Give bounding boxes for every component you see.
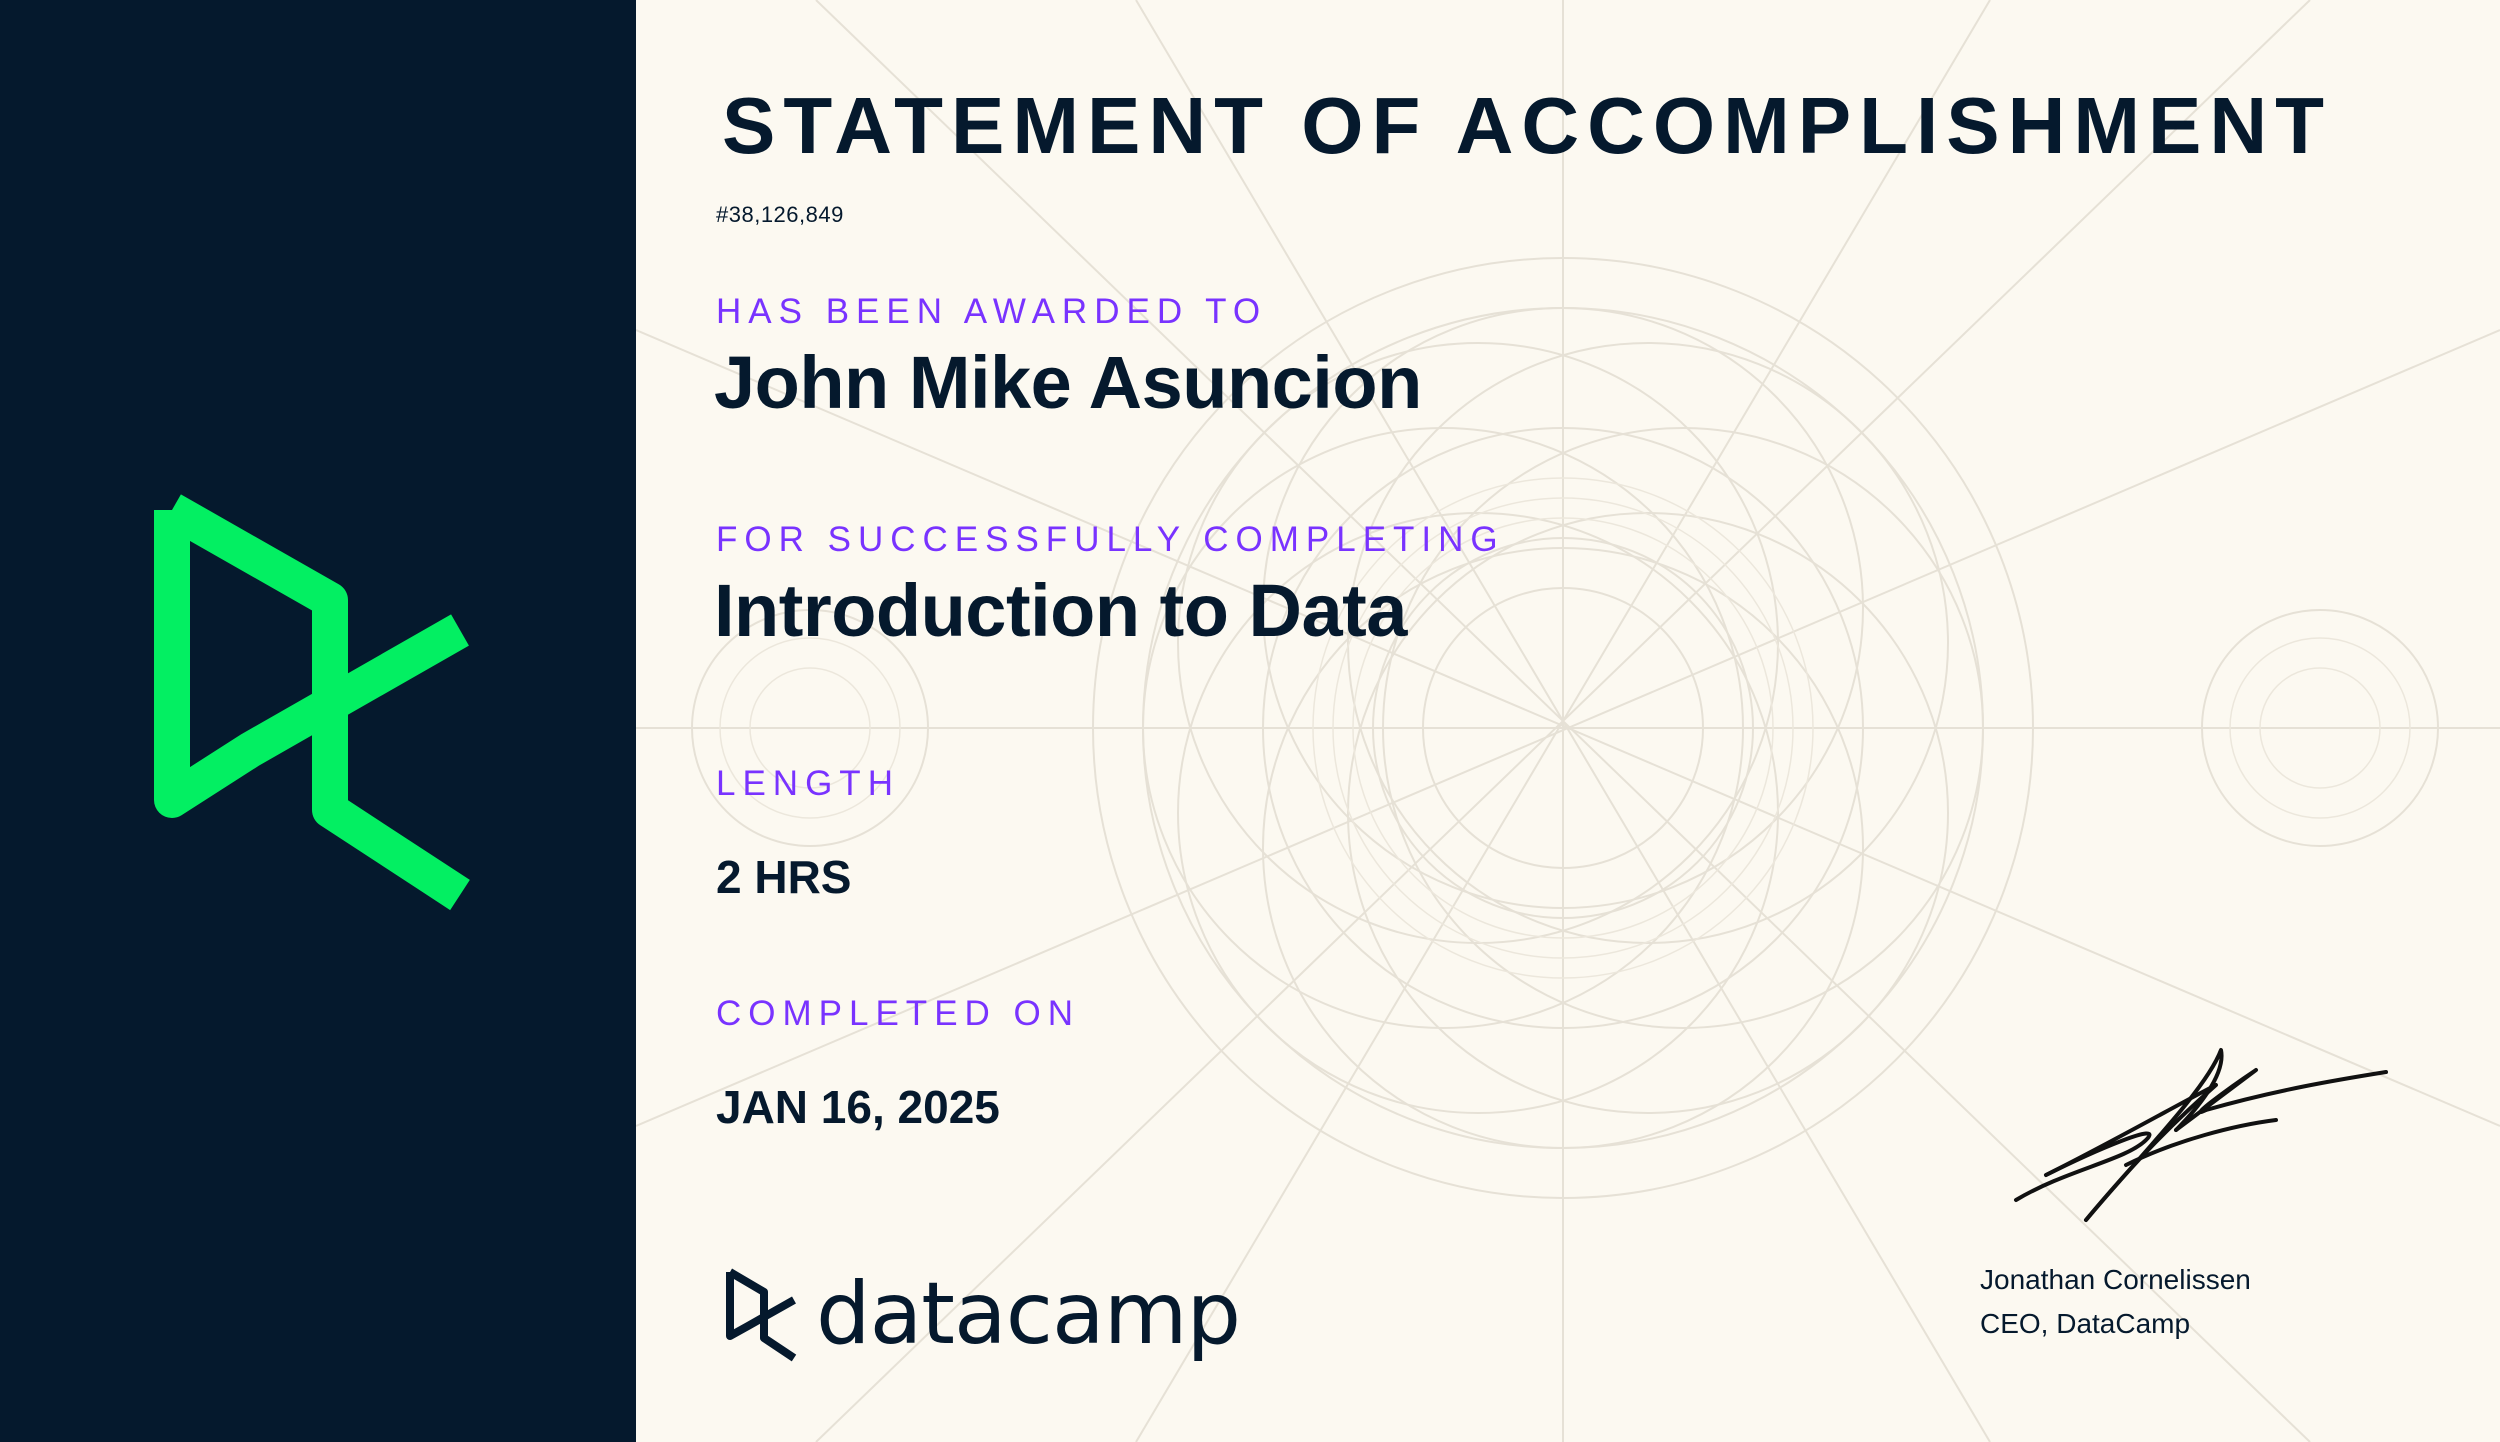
- certificate-body: STATEMENT OF ACCOMPLISHMENT #38,126,849 …: [636, 0, 2500, 1442]
- certificate-title: STATEMENT OF ACCOMPLISHMENT: [722, 81, 2332, 170]
- certificate-id: #38,126,849: [716, 202, 844, 227]
- recipient-name: John Mike Asuncion: [714, 341, 1422, 424]
- awarded-label: HAS BEEN AWARDED TO: [716, 292, 1268, 331]
- signer-title: CEO, DataCamp: [1980, 1308, 2191, 1339]
- signer-name: Jonathan Cornelissen: [1980, 1264, 2251, 1295]
- length-value: 2 HRS: [716, 851, 852, 903]
- datacamp-logo-icon: [726, 1268, 797, 1362]
- completed-label: COMPLETED ON: [716, 994, 1081, 1033]
- completing-label: FOR SUCCESSFULLY COMPLETING: [716, 520, 1505, 559]
- datacamp-logo-icon: [154, 494, 470, 911]
- datacamp-brand: datacamp: [724, 1262, 1244, 1372]
- side-panel: [0, 0, 636, 1442]
- ceo-signature: [2014, 1048, 2388, 1222]
- datacamp-wordmark: datacamp: [816, 1264, 1241, 1364]
- length-label: LENGTH: [716, 764, 900, 803]
- course-name: Introduction to Data: [714, 569, 1407, 652]
- completed-date: JAN 16, 2025: [716, 1081, 1000, 1133]
